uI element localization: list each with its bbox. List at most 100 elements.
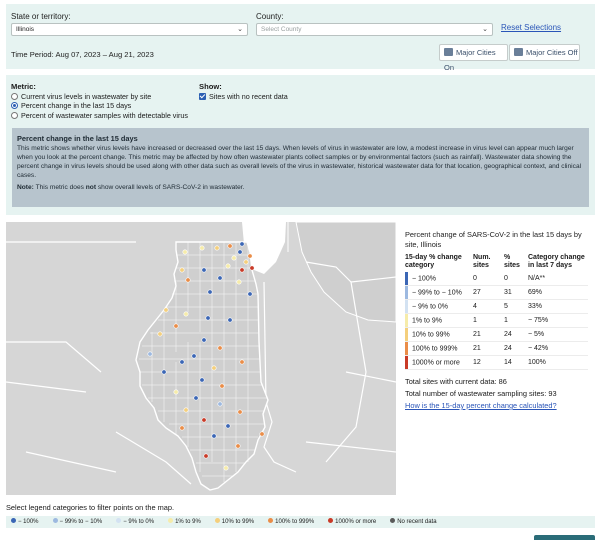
legend-change: − 42% xyxy=(528,341,588,356)
site-marker[interactable] xyxy=(217,345,223,351)
site-marker[interactable] xyxy=(259,431,265,437)
time-period: Time Period: Aug 07, 2023 – Aug 21, 2023 xyxy=(11,50,154,59)
legend-category: 10% to 99% xyxy=(405,327,473,342)
chevron-down-icon: ⌄ xyxy=(237,26,243,33)
site-marker[interactable] xyxy=(227,243,233,249)
site-marker[interactable] xyxy=(185,277,191,283)
site-marker[interactable] xyxy=(199,377,205,383)
site-marker[interactable] xyxy=(201,267,207,273)
site-marker[interactable] xyxy=(205,315,211,321)
legend-change: − 75% xyxy=(528,313,588,328)
site-marker[interactable] xyxy=(163,307,169,313)
site-marker[interactable] xyxy=(173,389,179,395)
legend-change: N/A** xyxy=(528,272,588,286)
site-marker[interactable] xyxy=(237,409,243,415)
site-marker[interactable] xyxy=(182,249,188,255)
legend-filter-item[interactable]: − 100% xyxy=(11,518,39,525)
radio-selected-icon[interactable] xyxy=(11,102,18,110)
site-marker[interactable] xyxy=(225,263,231,269)
site-marker[interactable] xyxy=(236,279,242,285)
corner-button[interactable] xyxy=(534,535,595,540)
info-note: Note: This metric does not show overall … xyxy=(17,184,245,191)
site-marker[interactable] xyxy=(237,249,243,255)
total-sampling-sites: Total number of wastewater sampling site… xyxy=(405,389,557,398)
metric-label: Metric: xyxy=(11,82,36,91)
site-marker[interactable] xyxy=(179,425,185,431)
metric-option-detectable[interactable]: Percent of wastewater samples with detec… xyxy=(11,111,188,120)
legend-row[interactable]: − 99% to − 10% 27 31 69% xyxy=(405,285,588,300)
how-calculated-link[interactable]: How is the 15-day percent change calcula… xyxy=(405,400,595,412)
major-cities-on-button[interactable]: Major Cities On xyxy=(439,44,508,72)
site-marker[interactable] xyxy=(173,323,179,329)
legend-category: 1000% or more xyxy=(405,355,473,370)
legend-filter-item[interactable]: − 9% to 0% xyxy=(116,518,154,525)
site-marker[interactable] xyxy=(219,383,225,389)
legend-row[interactable]: 1% to 9% 1 1− 75% xyxy=(405,313,588,328)
metric-option-current[interactable]: Current virus levels in wastewater by si… xyxy=(11,92,188,101)
legend-change: 33% xyxy=(528,299,588,314)
legend-category: − 100% xyxy=(405,272,473,286)
site-marker[interactable] xyxy=(217,275,223,281)
legend-dot-icon xyxy=(268,518,274,523)
legend-num-sites: 27 xyxy=(473,285,504,300)
site-marker[interactable] xyxy=(247,291,253,297)
site-marker[interactable] xyxy=(161,369,167,375)
legend-num-sites: 21 xyxy=(473,327,504,342)
checkbox-checked-icon[interactable] xyxy=(199,93,206,100)
site-marker[interactable] xyxy=(225,423,231,429)
site-marker[interactable] xyxy=(214,245,220,251)
site-marker[interactable] xyxy=(235,443,241,449)
state-select[interactable]: Illinois ⌄ xyxy=(11,23,248,36)
site-marker[interactable] xyxy=(211,365,217,371)
legend-swatch xyxy=(405,314,408,327)
legend-filter-item[interactable]: 10% to 99% xyxy=(214,518,254,525)
site-marker[interactable] xyxy=(203,453,209,459)
site-marker[interactable] xyxy=(179,359,185,365)
legend-category: − 9% to 0% xyxy=(405,299,473,314)
legend-row[interactable]: − 100% 0 0 N/A** xyxy=(405,272,588,286)
site-marker[interactable] xyxy=(179,267,185,273)
legend-row[interactable]: 100% to 999% 21 24− 42% xyxy=(405,341,588,356)
show-no-recent-toggle[interactable]: Sites with no recent data xyxy=(199,92,288,101)
reset-selections-link[interactable]: Reset Selections xyxy=(501,23,561,32)
site-marker[interactable] xyxy=(231,255,237,261)
legend-filter-item[interactable]: No recent data xyxy=(390,518,437,525)
legend-pct-sites: 24 xyxy=(504,327,528,342)
site-marker[interactable] xyxy=(147,351,153,357)
site-marker[interactable] xyxy=(249,265,255,271)
site-marker[interactable] xyxy=(243,259,249,265)
site-marker[interactable] xyxy=(183,311,189,317)
county-select[interactable]: Select County ⌄ xyxy=(256,23,493,36)
legend-filter-item[interactable]: 1000% or more xyxy=(328,518,376,525)
legend-row[interactable]: 10% to 99% 21 24− 5% xyxy=(405,327,588,342)
site-marker[interactable] xyxy=(183,407,189,413)
site-marker[interactable] xyxy=(191,353,197,359)
legend-filter-item[interactable]: 100% to 999% xyxy=(268,518,314,525)
radio-icon[interactable] xyxy=(11,93,18,100)
metric-option-percent-change[interactable]: Percent change in the last 15 days xyxy=(11,101,188,110)
legend-filter-item[interactable]: − 99% to − 10% xyxy=(52,518,102,525)
major-cities-off-button[interactable]: Major Cities Off xyxy=(509,44,580,61)
site-marker[interactable] xyxy=(193,395,199,401)
site-marker[interactable] xyxy=(239,267,245,273)
site-marker[interactable] xyxy=(217,401,223,407)
site-marker[interactable] xyxy=(201,417,207,423)
site-marker[interactable] xyxy=(201,337,207,343)
legend-category: − 99% to − 10% xyxy=(405,285,473,300)
site-marker[interactable] xyxy=(223,465,229,471)
site-marker[interactable] xyxy=(239,359,245,365)
legend-row[interactable]: − 9% to 0% 4 5 33% xyxy=(405,299,588,314)
state-label: State or territory: xyxy=(11,12,71,21)
legend-filter-item[interactable]: 1% to 9% xyxy=(168,518,201,525)
site-marker[interactable] xyxy=(199,245,205,251)
site-marker[interactable] xyxy=(227,317,233,323)
site-marker[interactable] xyxy=(211,433,217,439)
site-marker[interactable] xyxy=(207,289,213,295)
site-marker[interactable] xyxy=(247,253,253,259)
radio-icon[interactable] xyxy=(11,111,18,119)
site-marker[interactable] xyxy=(157,331,163,337)
site-marker[interactable] xyxy=(239,241,245,247)
legend-row[interactable]: 1000% or more 12 14 100% xyxy=(405,355,588,370)
legend-num-sites: 12 xyxy=(473,355,504,370)
map-view[interactable] xyxy=(6,222,396,495)
